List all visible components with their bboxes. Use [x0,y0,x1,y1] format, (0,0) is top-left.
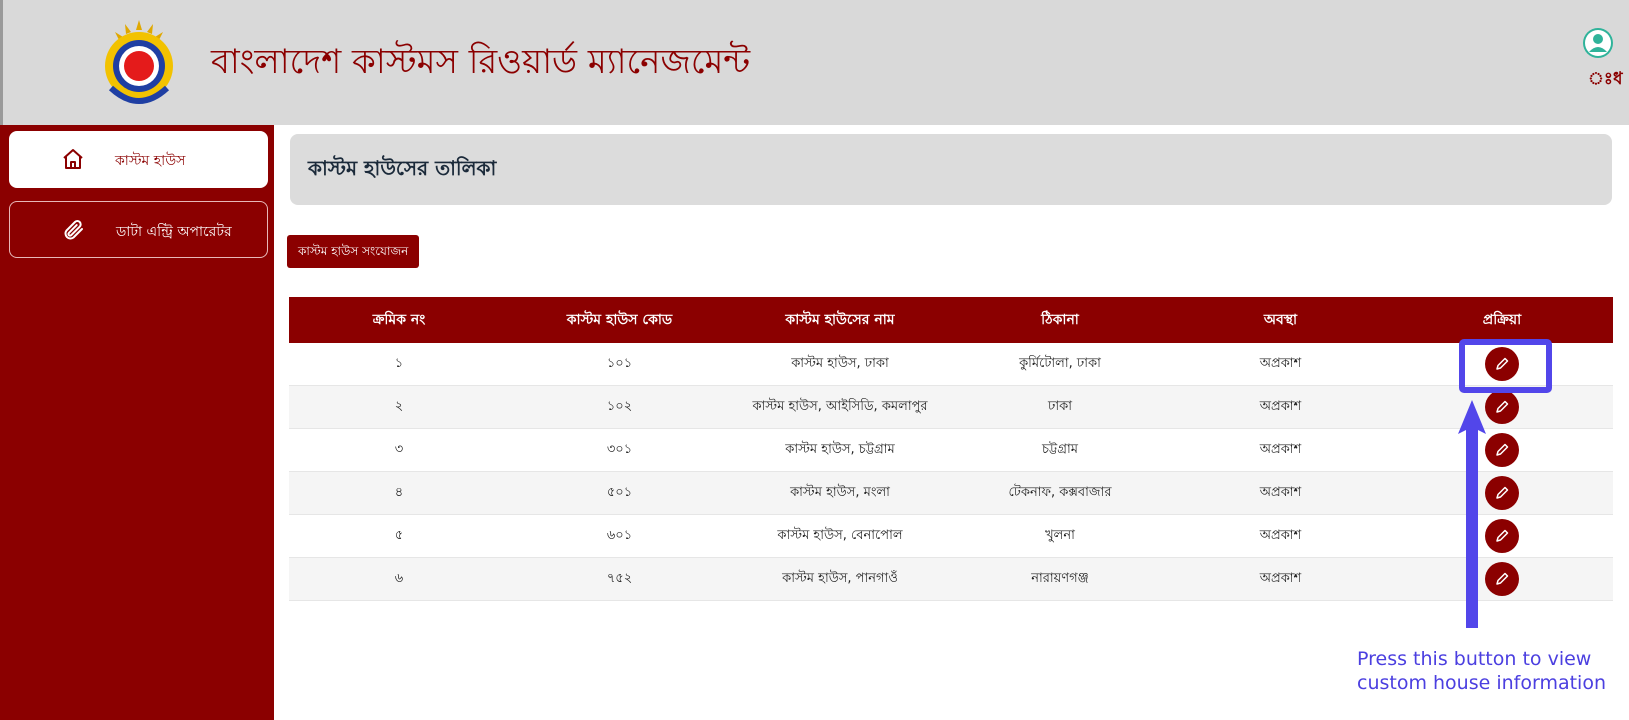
paperclip-icon [64,220,83,240]
header-action: প্রক্রিয়া [1391,297,1613,343]
cell-name: কাস্টম হাউস, পানগাওঁ [730,557,950,601]
cell-address: চট্টগ্রাম [950,428,1170,472]
cell-name: কাস্টম হাউস, মংলা [730,471,950,515]
sidebar-item-data-entry-operator[interactable]: ডাটা এন্ট্রি অপারেটর [9,201,268,258]
arrow-up-icon [1458,400,1486,628]
app-title: বাংলাদেশ কাস্টমস রিওয়ার্ড ম্যানেজমেন্ট [211,42,751,82]
cell-action [1391,557,1613,601]
cell-address: ঢাকা [950,385,1170,429]
table-header-row: ক্রমিক নং কাস্টম হাউস কোড কাস্টম হাউসের … [289,297,1613,343]
cell-serial: ৪ [289,471,509,515]
custom-house-table: ক্রমিক নং কাস্টম হাউস কোড কাস্টম হাউসের … [289,297,1613,601]
cell-name: কাস্টম হাউস, আইসিডি, কমলাপুর [730,385,950,429]
cell-status: অপ্রকাশ [1170,385,1391,429]
cell-code: ১০২ [509,385,730,429]
table-row: ৪ ৫০১ কাস্টম হাউস, মংলা টেকনাফ, কক্সবাজা… [289,471,1613,515]
cell-code: ১০১ [509,343,730,386]
cell-name: কাস্টম হাউস, ঢাকা [730,343,950,386]
sidebar-item-label: ডাটা এন্ট্রি অপারেটর [116,224,232,240]
cell-code: ৩০১ [509,428,730,472]
table-row: ৬ ৭৫২ কাস্টম হাউস, পানগাওঁ নারায়ণগঞ্জ অ… [289,557,1613,601]
page-title: কাস্টম হাউসের তালিকা [308,156,497,180]
cell-status: অপ্রকাশ [1170,428,1391,472]
pencil-icon [1496,572,1509,585]
cell-name: কাস্টম হাউস, বেনাপোল [730,514,950,558]
cell-action [1391,428,1613,472]
header-code: কাস্টম হাউস কোড [509,297,730,343]
app-header: বাংলাদেশ কাস্টমস রিওয়ার্ড ম্যানেজমেন্ট … [0,0,1629,125]
cell-address: টেকনাফ, কক্সবাজার [950,471,1170,515]
sidebar-item-custom-house[interactable]: কাস্টম হাউস [9,131,268,188]
table-row: ৩ ৩০১ কাস্টম হাউস, চট্টগ্রাম চট্টগ্রাম অ… [289,428,1613,472]
header-address: ঠিকানা [950,297,1170,343]
cell-serial: ৩ [289,428,509,472]
add-custom-house-button[interactable]: কাস্টম হাউস সংযোজন [287,235,420,268]
table-row: ৫ ৬০১ কাস্টম হাউস, বেনাপোল খুলনা অপ্রকাশ [289,514,1613,558]
cell-serial: ৬ [289,557,509,601]
pencil-icon [1496,400,1509,413]
user-avatar-icon[interactable] [1582,27,1614,59]
cell-action [1391,471,1613,515]
cell-action [1391,514,1613,558]
cell-serial: ১ [289,343,509,386]
cell-address: খুলনা [950,514,1170,558]
home-icon [63,149,83,169]
page-title-box: কাস্টম হাউসের তালিকা [290,134,1612,205]
cell-code: ৬০১ [509,514,730,558]
header-serial: ক্রমিক নং [289,297,509,343]
pencil-icon [1496,443,1509,456]
cell-code: ৫০১ [509,471,730,515]
cell-serial: ৫ [289,514,509,558]
pencil-icon [1496,486,1509,499]
header-status: অবস্থা [1170,297,1391,343]
cell-code: ৭৫২ [509,557,730,601]
cell-status: অপ্রকাশ [1170,471,1391,515]
cell-status: অপ্রকাশ [1170,557,1391,601]
pencil-icon [1496,529,1509,542]
sidebar-item-label: কাস্টম হাউস [115,153,186,169]
sidebar: কাস্টম হাউস ডাটা এন্ট্রি অপারেটর [0,125,274,720]
cell-name: কাস্টম হাউস, চট্টগ্রাম [730,428,950,472]
cell-address: নারায়ণগঞ্জ [950,557,1170,601]
header-name: কাস্টম হাউসের নাম [730,297,950,343]
user-name[interactable]: ঃধ [1588,66,1623,94]
cell-address: কুর্মিটোলা, ঢাকা [950,343,1170,386]
customs-logo [105,20,173,104]
table-row: ২ ১০২ কাস্টম হাউস, আইসিডি, কমলাপুর ঢাকা … [289,385,1613,429]
highlight-box [1459,339,1552,393]
cell-status: অপ্রকাশ [1170,514,1391,558]
cell-serial: ২ [289,385,509,429]
cell-status: অপ্রকাশ [1170,343,1391,386]
annotation-text: Press this button to view custom house i… [1357,648,1607,694]
table-row: ১ ১০১ কাস্টম হাউস, ঢাকা কুর্মিটোলা, ঢাকা… [289,343,1613,386]
